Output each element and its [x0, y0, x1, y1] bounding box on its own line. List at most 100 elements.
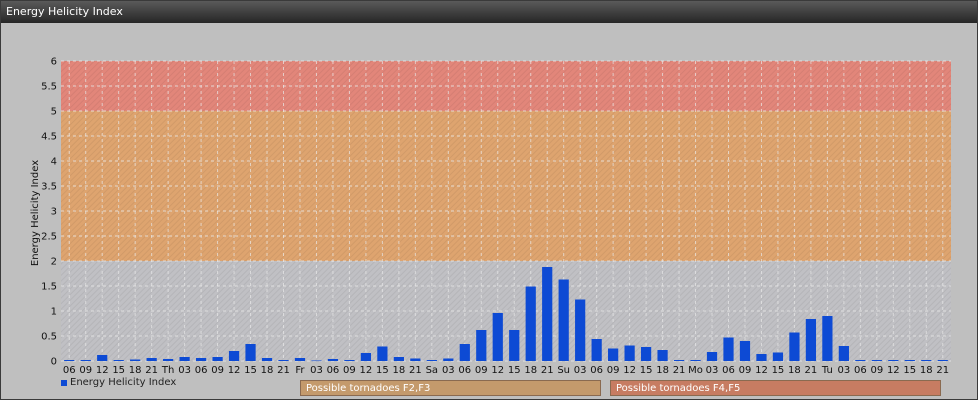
bar-16[interactable]	[327, 359, 339, 361]
bar-45[interactable]	[805, 319, 817, 361]
y-tick-label: 2.5	[41, 232, 57, 243]
bar-2[interactable]	[97, 355, 108, 361]
bar-36[interactable]	[657, 350, 668, 361]
bar-28[interactable]	[525, 286, 536, 362]
x-tick-label: 15	[244, 365, 257, 376]
bar-47[interactable]	[838, 346, 849, 361]
bar-13[interactable]	[278, 360, 289, 361]
bar-32[interactable]	[591, 339, 602, 361]
x-tick-label: 12	[887, 365, 900, 376]
bar-1[interactable]	[80, 360, 91, 361]
x-tick-label: 03	[178, 365, 191, 376]
x-tick-label: 15	[772, 365, 785, 376]
x-tick-label: 06	[722, 365, 735, 376]
bar-14[interactable]	[294, 358, 306, 361]
y-axis-label: Energy Helicity Index	[30, 160, 41, 266]
x-tick-label: 09	[343, 365, 356, 376]
y-tick-label: 5	[51, 107, 57, 118]
bar-33[interactable]	[608, 348, 619, 362]
x-tick-label: 21	[805, 365, 818, 376]
x-tick-label: 03	[442, 365, 455, 376]
bar-8[interactable]	[195, 358, 207, 361]
bar-25[interactable]	[476, 330, 487, 361]
bar-35[interactable]	[640, 347, 652, 361]
bar-31[interactable]	[575, 299, 586, 362]
bar-40[interactable]	[723, 337, 734, 362]
y-tick-label: 5.5	[41, 82, 57, 93]
bar-3[interactable]	[113, 360, 124, 361]
bar-48[interactable]	[855, 360, 866, 361]
x-tick-label: 03	[838, 365, 851, 376]
x-tick-label: 18	[129, 365, 142, 376]
x-tick-label: 12	[228, 365, 241, 376]
bar-21[interactable]	[410, 358, 421, 362]
bar-46[interactable]	[822, 316, 833, 361]
bar-26[interactable]	[492, 313, 503, 361]
chart-legend[interactable]: Energy Helicity Index	[61, 377, 176, 388]
bar-23[interactable]	[443, 358, 454, 362]
x-tick-label: Fr	[295, 365, 305, 376]
y-tick-label: 4	[51, 157, 57, 168]
x-tick-label: 09	[739, 365, 752, 376]
x-tick-label: 06	[590, 365, 603, 376]
bar-42[interactable]	[756, 354, 767, 361]
bar-34[interactable]	[624, 345, 635, 362]
bar-38[interactable]	[690, 360, 701, 361]
x-tick-label: 12	[360, 365, 373, 376]
bar-44[interactable]	[789, 332, 800, 362]
bar-7[interactable]	[179, 357, 190, 361]
bar-19[interactable]	[377, 346, 388, 362]
x-tick-label: 06	[854, 365, 867, 376]
x-tick-label: 06	[327, 365, 340, 376]
bar-52[interactable]	[921, 360, 932, 361]
bar-9[interactable]	[212, 357, 223, 361]
bar-20[interactable]	[393, 357, 404, 361]
bar-37[interactable]	[673, 360, 685, 361]
x-tick-label: 09	[607, 365, 620, 376]
bar-39[interactable]	[706, 352, 718, 361]
chart-panel: Energy Helicity Index 0 0.5 1 1.5 2 2.5 3 3.5 4 4…	[0, 0, 978, 400]
bar-43[interactable]	[772, 352, 784, 362]
bar-41[interactable]	[739, 341, 751, 361]
bar-29[interactable]	[542, 267, 553, 361]
y-tick-label: 2	[51, 257, 57, 268]
x-tick-label: 15	[112, 365, 125, 376]
y-tick-labels: 0 0.5 1 1.5 2 2.5 3 3.5 4 4.5 5 5.5 6	[41, 57, 57, 368]
x-tick-label: 21	[673, 365, 686, 376]
bar-27[interactable]	[509, 330, 520, 361]
y-tick-label: 1	[51, 307, 57, 318]
bar-11[interactable]	[245, 344, 256, 361]
bar-51[interactable]	[904, 360, 915, 361]
bar-0[interactable]	[64, 360, 75, 361]
y-tick-label: 0.5	[41, 332, 57, 343]
bar-24[interactable]	[459, 344, 470, 361]
y-tick-label: 6	[51, 57, 57, 68]
x-tick-label: 09	[870, 365, 883, 376]
bar-22[interactable]	[426, 360, 437, 361]
bar-5[interactable]	[146, 358, 157, 361]
x-tick-label: Th	[161, 365, 174, 376]
bar-12[interactable]	[261, 358, 273, 361]
bar-50[interactable]	[888, 360, 899, 361]
x-tick-label: Sa	[426, 365, 438, 376]
x-tick-label: 18	[656, 365, 669, 376]
bar-15[interactable]	[311, 360, 322, 362]
x-tick-label: 21	[541, 365, 554, 376]
bar-6[interactable]	[163, 359, 174, 361]
bar-17[interactable]	[344, 360, 355, 361]
bar-4[interactable]	[130, 359, 141, 362]
legend-label: Energy Helicity Index	[70, 377, 177, 388]
x-tick-label: 12	[755, 365, 768, 376]
legend-swatch	[61, 379, 67, 386]
bar-30[interactable]	[558, 279, 569, 362]
x-tick-label: 15	[508, 365, 521, 376]
x-tick-label: 15	[903, 365, 916, 376]
x-tick-label: 06	[458, 365, 471, 376]
bar-10[interactable]	[228, 351, 240, 361]
x-tick-label: 12	[623, 365, 636, 376]
bar-53[interactable]	[937, 360, 948, 361]
x-tick-label: 09	[475, 365, 488, 376]
bar-49[interactable]	[871, 360, 882, 361]
x-tick-label: 18	[788, 365, 801, 376]
bar-18[interactable]	[360, 353, 372, 361]
